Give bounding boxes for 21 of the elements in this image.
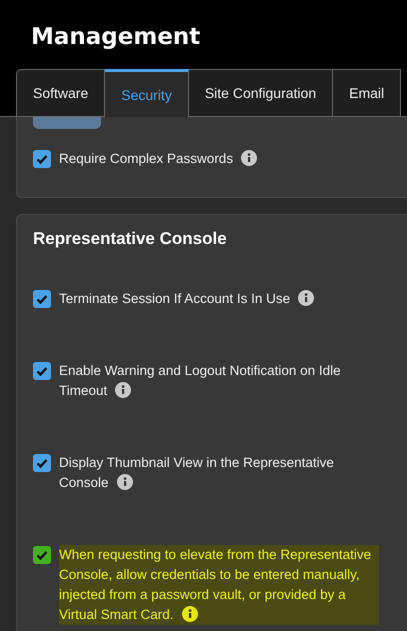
checkbox[interactable]	[33, 362, 51, 380]
option-label: Display Thumbnail View in the Representative Console	[59, 454, 335, 492]
info-icon[interactable]	[241, 150, 258, 166]
info-icon[interactable]	[115, 382, 132, 398]
checkbox[interactable]	[33, 454, 51, 472]
option-label: When requesting to elevate from the Representative Console, allow credentials to be entered manually, injected from a password vault, or provided by a Virtual Smart Card.	[59, 545, 379, 625]
page-title: Management	[31, 23, 202, 52]
option-label: Enable Warning and Logout Notification on Idle Timeout	[59, 362, 342, 400]
checkbox[interactable]	[33, 546, 51, 564]
tab[interactable]: Email	[333, 69, 402, 116]
info-icon[interactable]	[182, 606, 198, 622]
option-label: Require Complex Passwords	[59, 149, 258, 169]
checkbox[interactable]	[33, 290, 51, 308]
option-label: Terminate Session If Account Is In Use	[59, 289, 314, 309]
info-icon[interactable]	[298, 290, 314, 306]
checkbox[interactable]	[33, 150, 51, 168]
info-icon[interactable]	[116, 474, 133, 490]
tab[interactable]: Security	[105, 69, 189, 117]
tab[interactable]: Site Configuration	[188, 69, 334, 116]
tab[interactable]: Software	[16, 69, 106, 116]
section-title: Representative Console	[33, 229, 228, 249]
